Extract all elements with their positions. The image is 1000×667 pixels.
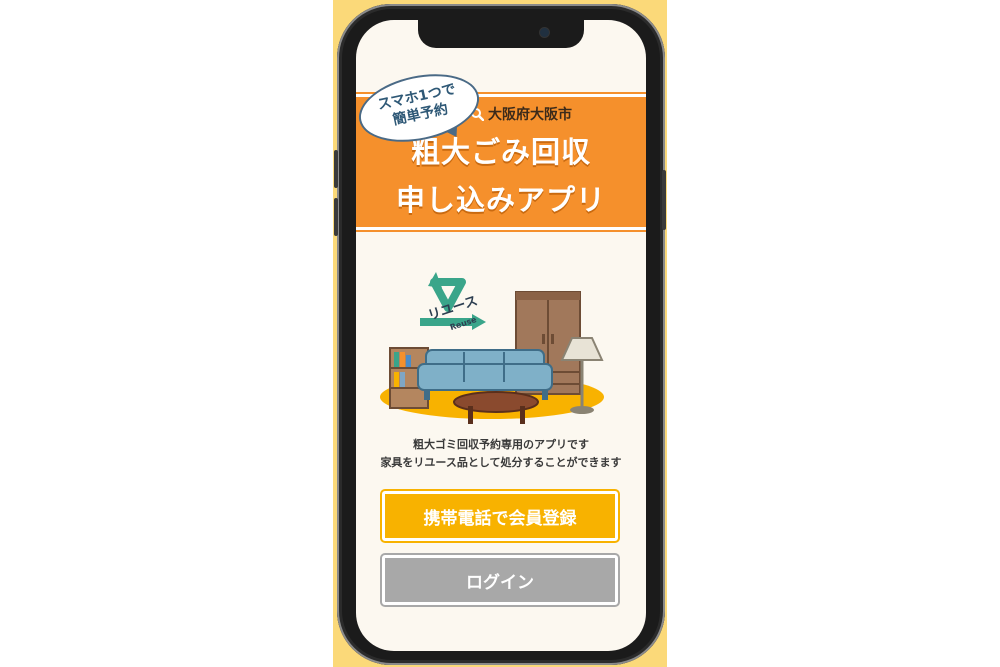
volume-down-button bbox=[334, 198, 338, 236]
furniture-illustration: リユース Reuse bbox=[380, 272, 604, 424]
city-name: 大阪府大阪市 bbox=[488, 107, 572, 123]
power-button bbox=[662, 170, 666, 230]
login-button[interactable]: ログイン bbox=[382, 555, 618, 605]
coffee-table bbox=[453, 391, 539, 424]
recycle-sublabel: Reuse bbox=[449, 315, 478, 332]
volume-up-button bbox=[334, 150, 338, 188]
app-description: 粗大ゴミ回収予約専用のアプリです 家具をリユース品として処分することができます bbox=[356, 436, 646, 472]
notch bbox=[418, 20, 584, 48]
camera-icon bbox=[540, 28, 549, 37]
description-line2: 家具をリユース品として処分することができます bbox=[380, 456, 622, 469]
app-title-line2: 申し込みアプリ bbox=[395, 183, 606, 217]
description-line1: 粗大ゴミ回収予約専用のアプリです bbox=[413, 438, 589, 451]
register-button[interactable]: 携帯電話で会員登録 bbox=[382, 491, 618, 541]
app-screen: 大阪府大阪市 粗大ごみ回収 申し込みアプリ スマホ1つで 簡単予約 リユース R… bbox=[356, 20, 646, 651]
